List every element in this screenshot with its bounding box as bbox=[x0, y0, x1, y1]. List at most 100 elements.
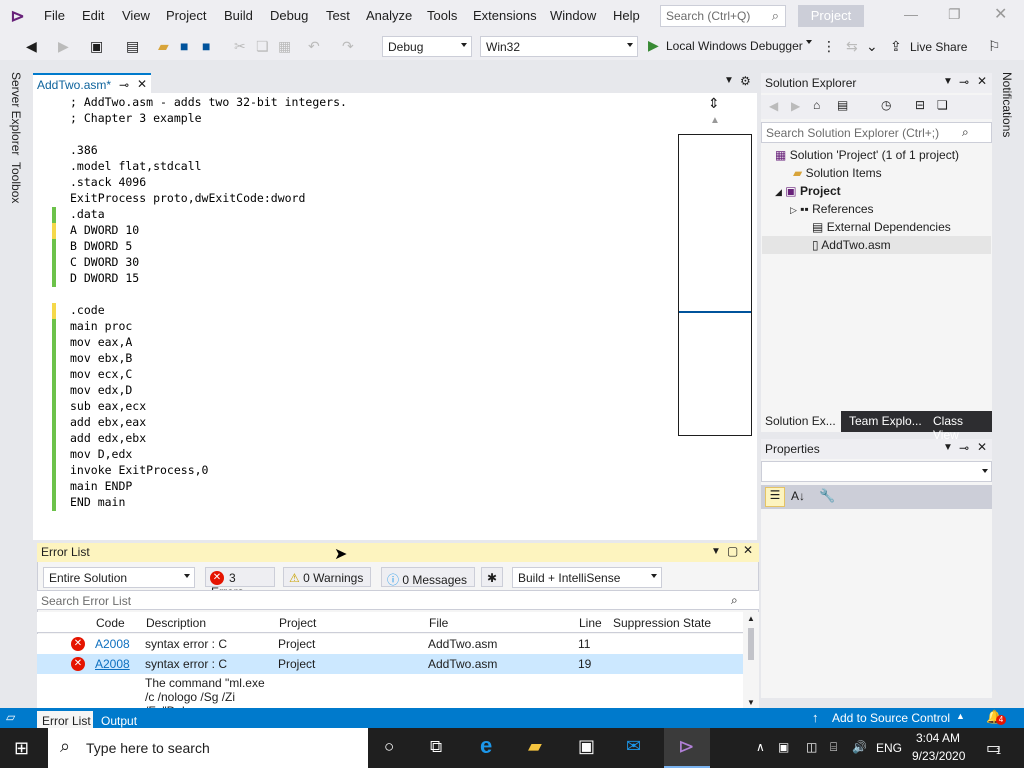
cortana-icon[interactable]: ○ bbox=[384, 737, 394, 757]
maximize-icon[interactable]: ▢ bbox=[727, 544, 738, 558]
close-tab-icon[interactable]: ✕ bbox=[137, 77, 147, 91]
pin-icon[interactable]: ⊸ bbox=[959, 441, 969, 455]
close-panel-icon[interactable]: ✕ bbox=[743, 543, 753, 557]
references-node[interactable]: ▷ ▪▪ References bbox=[790, 202, 874, 216]
toolbox-tab[interactable]: Toolbox bbox=[9, 162, 23, 203]
code-line[interactable]: END main bbox=[70, 495, 125, 511]
tray-overflow-icon[interactable]: ∧ bbox=[756, 740, 765, 754]
forward-icon[interactable]: ▶ bbox=[791, 99, 800, 113]
menu-debug[interactable]: Debug bbox=[270, 8, 308, 23]
code-line[interactable]: .data bbox=[70, 207, 105, 223]
menu-project[interactable]: Project bbox=[166, 8, 206, 23]
menu-tools[interactable]: Tools bbox=[427, 8, 457, 23]
start-debug-icon[interactable]: ▶ bbox=[648, 37, 659, 54]
edge-icon[interactable]: e bbox=[480, 733, 492, 759]
taskbar-search[interactable]: ⌕ Type here to search bbox=[48, 728, 368, 768]
clock-date[interactable]: 9/23/2020 bbox=[912, 749, 965, 763]
volume-icon[interactable]: 🔊 bbox=[852, 740, 867, 754]
show-all-files-icon[interactable]: ❏ bbox=[937, 98, 948, 112]
platform-select[interactable]: Win32 bbox=[480, 36, 638, 57]
cut-icon[interactable]: ✂ bbox=[234, 38, 246, 55]
external-dependencies-node[interactable]: ▤ External Dependencies bbox=[812, 220, 951, 234]
menu-edit[interactable]: Edit bbox=[82, 8, 104, 23]
copy-icon[interactable]: ❏ bbox=[256, 38, 269, 55]
live-share-button[interactable]: Live Share bbox=[910, 40, 967, 54]
debugger-dropdown-icon[interactable] bbox=[806, 40, 812, 44]
properties-object-select[interactable] bbox=[761, 461, 992, 482]
menu-view[interactable]: View bbox=[122, 8, 150, 23]
categorized-icon[interactable]: ☰ bbox=[765, 487, 785, 507]
code-line[interactable]: add ebx,eax bbox=[70, 415, 146, 431]
error-scope-select[interactable]: Entire Solution bbox=[43, 567, 195, 588]
col-line[interactable]: Line bbox=[579, 616, 602, 630]
code-line[interactable]: mov ebx,B bbox=[70, 351, 132, 367]
property-pages-icon[interactable]: 🔧 bbox=[819, 488, 835, 504]
mail-icon[interactable]: ✉ bbox=[626, 736, 641, 757]
vs-taskbar-button[interactable]: ⊳ bbox=[664, 728, 710, 768]
network-icon[interactable]: ⌸ bbox=[830, 740, 837, 755]
code-line[interactable]: add edx,ebx bbox=[70, 431, 146, 447]
doc-tab-addtwo[interactable]: AddTwo.asm* ⊸ ✕ bbox=[33, 73, 151, 93]
solution-explorer-search[interactable]: Search Solution Explorer (Ctrl+;) ⌕ bbox=[761, 122, 992, 143]
task-view-icon[interactable]: ⧉ bbox=[430, 737, 442, 757]
code-line[interactable]: .code bbox=[70, 303, 105, 319]
store-icon[interactable]: ▣ bbox=[578, 736, 595, 757]
code-line[interactable]: .model flat,stdcall bbox=[70, 159, 202, 175]
debugger-button[interactable]: Local Windows Debugger bbox=[666, 39, 803, 53]
errors-filter-button[interactable]: ✕3 Errors bbox=[205, 567, 275, 599]
error-list-scrollbar[interactable]: ▲ ▼ bbox=[743, 612, 759, 710]
menu-extensions[interactable]: Extensions bbox=[473, 8, 537, 23]
toolbar-overflow-icon[interactable]: ⌄ bbox=[866, 38, 878, 55]
code-line[interactable]: A DWORD 10 bbox=[70, 223, 139, 239]
pin-icon[interactable]: ⊸ bbox=[959, 75, 969, 89]
code-minimap[interactable] bbox=[678, 134, 752, 436]
code-line[interactable]: .386 bbox=[70, 143, 98, 159]
settings-icon[interactable]: ⚙ bbox=[740, 74, 751, 88]
col-file[interactable]: File bbox=[429, 616, 448, 630]
switch-views-icon[interactable]: ▤ bbox=[837, 98, 848, 112]
toolbar-options-icon[interactable]: ⋮ bbox=[822, 38, 836, 55]
redo-icon[interactable]: ↷ bbox=[342, 38, 354, 55]
code-line[interactable]: B DWORD 5 bbox=[70, 239, 132, 255]
scrollbar-top[interactable]: ⇕ ▲ bbox=[678, 93, 752, 133]
error-row[interactable]: The command "ml.exe /c /nologo /Sg /Zi /… bbox=[37, 674, 743, 710]
code-line[interactable]: .stack 4096 bbox=[70, 175, 146, 191]
minimize-icon[interactable]: — bbox=[904, 6, 918, 22]
scroll-up-icon[interactable]: ▲ bbox=[747, 614, 755, 623]
split-icon[interactable]: ⇕ bbox=[708, 95, 720, 112]
tab-output[interactable]: Output bbox=[101, 714, 137, 728]
scroll-up-icon[interactable]: ▲ bbox=[710, 115, 720, 126]
code-line[interactable]: mov D,edx bbox=[70, 447, 132, 463]
source-control-dropdown-icon[interactable]: ▲ bbox=[956, 711, 965, 721]
scroll-down-icon[interactable]: ▼ bbox=[747, 698, 755, 707]
close-panel-icon[interactable]: ✕ bbox=[977, 74, 987, 88]
clear-filter-icon[interactable]: ✱ bbox=[481, 567, 503, 587]
solution-node[interactable]: ▦ Solution 'Project' (1 of 1 project) bbox=[775, 148, 959, 162]
addtwo-file-node[interactable]: ▯ AddTwo.asm bbox=[762, 236, 991, 254]
pin-icon[interactable]: ⊸ bbox=[119, 78, 129, 92]
paste-icon[interactable]: ▦ bbox=[278, 38, 291, 55]
error-code[interactable]: A2008 bbox=[95, 637, 130, 651]
col-suppression-state[interactable]: Suppression State bbox=[613, 616, 711, 630]
add-to-source-control-button[interactable]: Add to Source Control bbox=[832, 711, 950, 725]
tab-team-explorer[interactable]: Team Explo... bbox=[849, 414, 922, 428]
share-icon[interactable]: ⇪ bbox=[890, 38, 902, 55]
code-line[interactable]: mov ecx,C bbox=[70, 367, 132, 383]
save-all-icon[interactable]: ■ bbox=[202, 38, 210, 54]
code-line[interactable]: D DWORD 15 bbox=[70, 271, 139, 287]
error-list-search[interactable]: Search Error List ⌕ bbox=[37, 590, 759, 610]
add-item-icon[interactable]: ▤ bbox=[126, 38, 139, 55]
code-line[interactable]: ExitProcess proto,dwExitCode:dword bbox=[70, 191, 305, 207]
hot-reload-icon[interactable]: ⇆ bbox=[846, 38, 858, 55]
menu-analyze[interactable]: Analyze bbox=[366, 8, 412, 23]
forward-icon[interactable]: ▶ bbox=[58, 38, 69, 55]
messages-filter-button[interactable]: ⓘ 0 Messages bbox=[381, 567, 475, 587]
back-icon[interactable]: ◀ bbox=[26, 38, 37, 55]
tab-class-view[interactable]: Class View bbox=[933, 414, 992, 442]
menu-test[interactable]: Test bbox=[326, 8, 350, 23]
panel-dropdown-icon[interactable]: ▼ bbox=[943, 76, 953, 87]
code-line[interactable]: ; Chapter 3 example bbox=[70, 111, 202, 127]
new-project-icon[interactable]: ▣ bbox=[90, 38, 103, 55]
code-line[interactable]: sub eax,ecx bbox=[70, 399, 146, 415]
search-input[interactable]: Search (Ctrl+Q) ⌕ bbox=[660, 5, 786, 27]
